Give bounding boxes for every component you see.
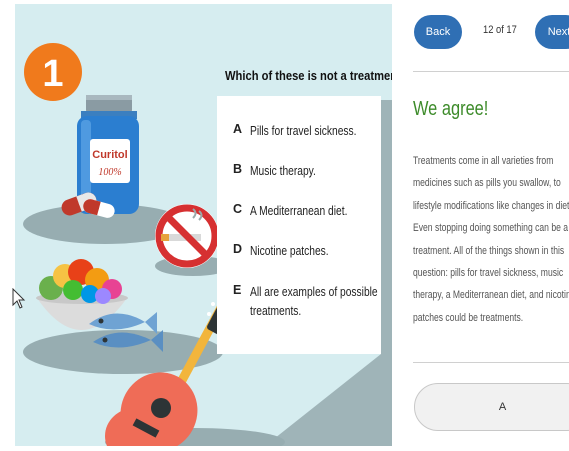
question-title: Which of these is not a treatment?	[225, 68, 392, 83]
option-text: A Mediterranean diet.	[250, 204, 348, 218]
option-letter: C	[233, 202, 243, 216]
feedback-title: We agree!	[413, 98, 489, 120]
option-letter: E	[233, 283, 242, 297]
feedback-line: therapy, a Mediterranean diet, and nicot…	[413, 289, 569, 302]
option-text-line1: All are examples of possible	[250, 285, 378, 299]
question-number-badge: 1	[24, 43, 82, 101]
feedback-line: treatment. All of the things shown in th…	[413, 244, 565, 257]
next-button[interactable]: Next	[535, 15, 569, 49]
feedback-line: lifestyle modifications like changes in …	[413, 199, 569, 212]
option-letter: D	[233, 242, 243, 256]
feedback-line: question: pills for travel sickness, mus…	[413, 266, 564, 279]
question-number: 1	[42, 53, 63, 95]
mouse-cursor-icon	[12, 288, 26, 309]
illustration-panel: 1 Curitol 100% Which of these is not a t…	[15, 4, 392, 446]
feedback-line: Even stopping doing something can be a	[413, 222, 569, 235]
divider-top	[413, 71, 569, 72]
feedback-line: medicines such as pills you swallow, to	[413, 177, 561, 190]
option-letter: B	[233, 162, 243, 176]
bottle-strength: 100%	[98, 167, 121, 178]
question-card: A Pills for travel sickness. B Music the…	[217, 96, 381, 354]
page-indicator: 12 of 17	[483, 24, 517, 36]
feedback-text: Treatments come in all varieties from me…	[413, 150, 569, 329]
selected-answer-button[interactable]: A	[414, 383, 569, 431]
divider-bottom	[413, 362, 569, 363]
selected-answer-label: A	[498, 401, 507, 413]
feedback-line: Treatments come in all varieties from	[413, 155, 554, 167]
option-text: Music therapy.	[250, 164, 316, 178]
option-text: Nicotine patches.	[250, 244, 329, 258]
back-button[interactable]: Back	[414, 15, 462, 49]
option-text: Pills for travel sickness.	[250, 124, 357, 138]
bottle-brand: Curitol	[92, 149, 127, 161]
feedback-line: patches could be treatments.	[413, 311, 524, 324]
option-letter: A	[233, 122, 243, 136]
option-text-line2: treatments.	[250, 304, 302, 318]
